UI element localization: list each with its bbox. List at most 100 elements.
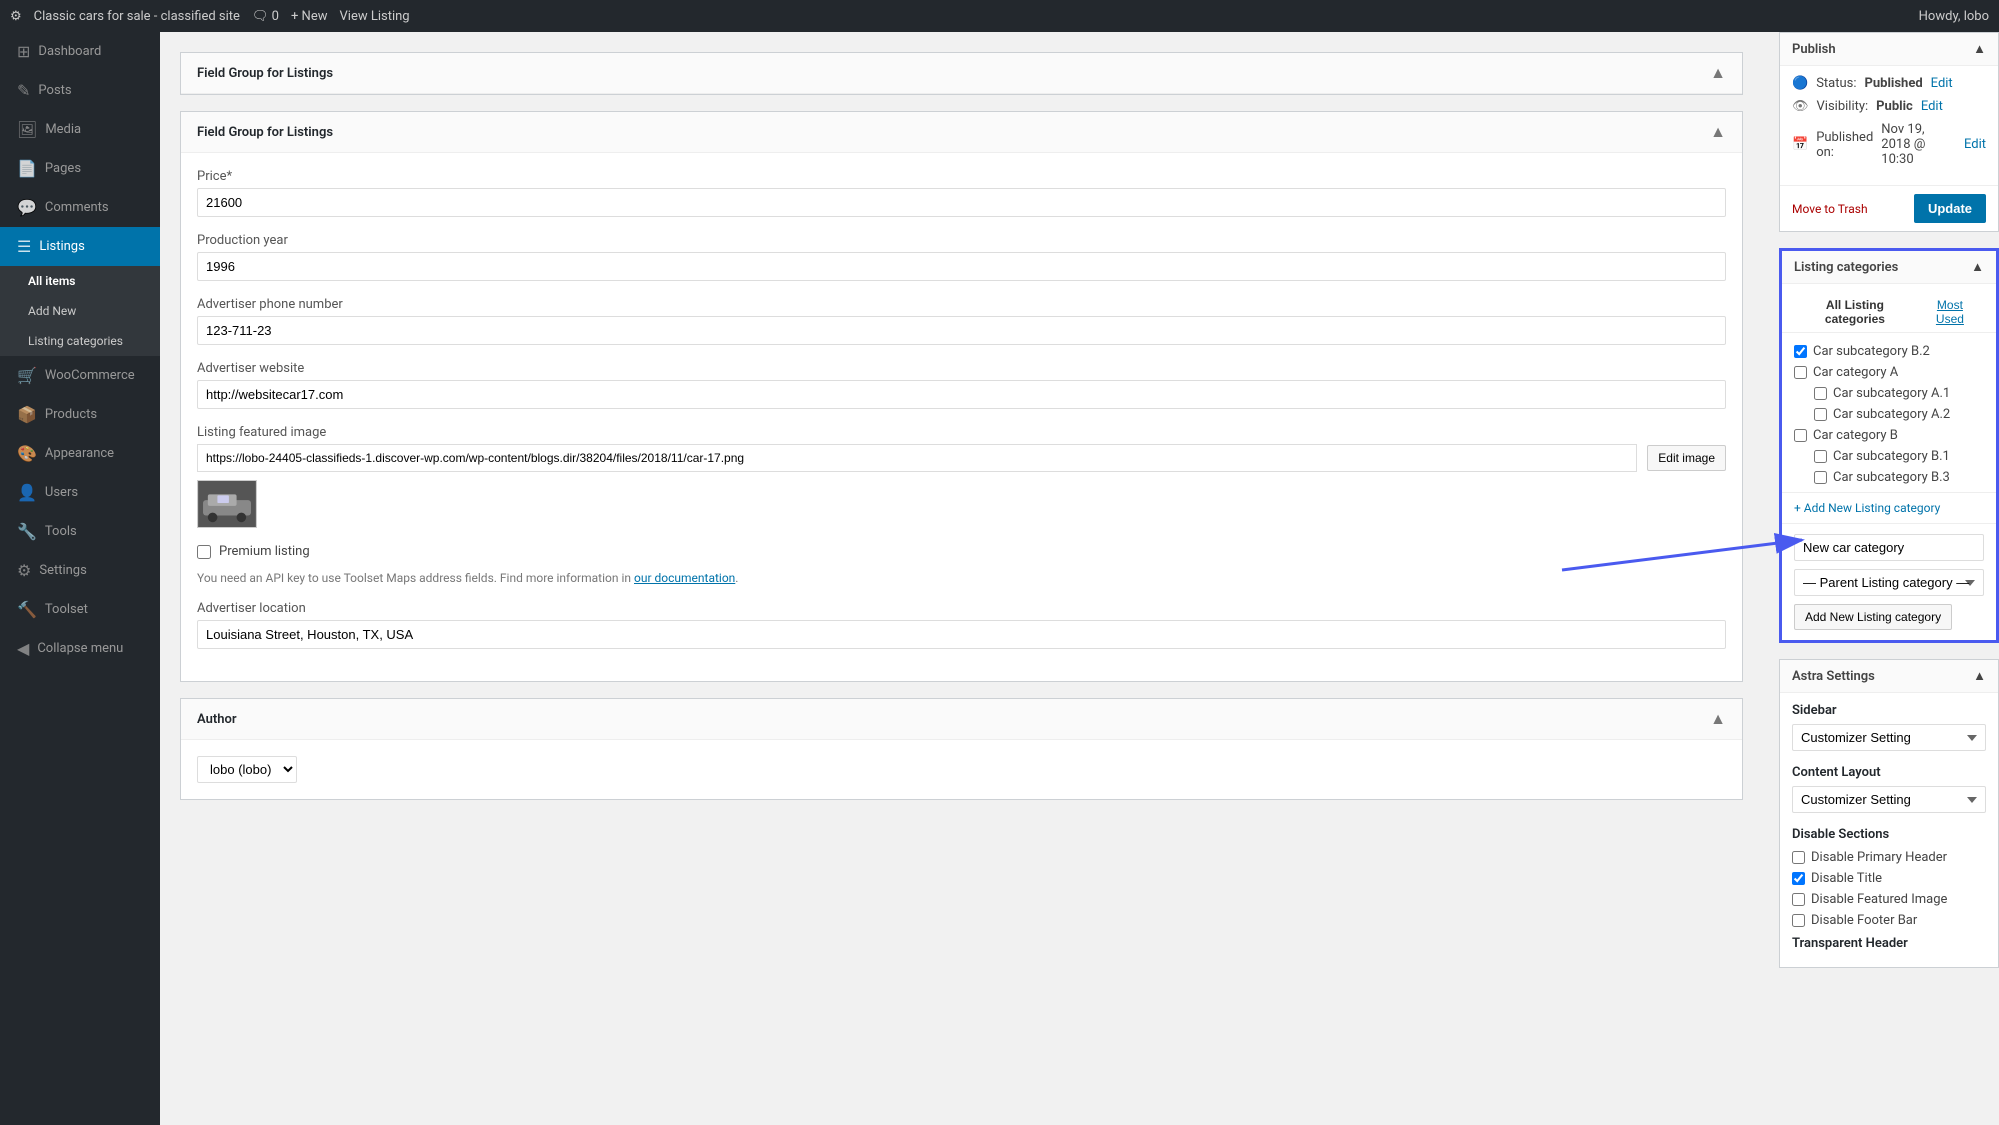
listings-submenu: All items Add New Listing categories bbox=[0, 266, 160, 356]
cat-checkbox-sub-b2[interactable] bbox=[1794, 345, 1807, 358]
cat-item-sub-a1: Car subcategory A.1 bbox=[1794, 383, 1984, 404]
tab-most-used[interactable]: Most Used bbox=[1916, 292, 1984, 332]
disable-title-checkbox[interactable] bbox=[1792, 872, 1805, 885]
disable-footer-bar-checkbox[interactable] bbox=[1792, 914, 1805, 927]
sidebar: ⊞ Dashboard ✎ Posts 🖼 Media 📄 Pages 💬 Co… bbox=[0, 32, 160, 1125]
edit-image-button[interactable]: Edit image bbox=[1647, 445, 1726, 471]
phone-input[interactable] bbox=[197, 316, 1726, 345]
disable-featured-image-checkbox[interactable] bbox=[1792, 893, 1805, 906]
sidebar-item-label: Listings bbox=[39, 239, 84, 254]
sidebar-item-settings[interactable]: ⚙ Settings bbox=[0, 551, 160, 590]
cat-label-sub-b2: Car subcategory B.2 bbox=[1813, 344, 1930, 359]
sidebar-item-label: Pages bbox=[45, 161, 81, 176]
sidebar-item-products[interactable]: 📦 Products bbox=[0, 395, 160, 434]
sidebar-item-media[interactable]: 🖼 Media bbox=[0, 110, 160, 149]
disable-primary-header-label: Disable Primary Header bbox=[1811, 850, 1947, 865]
view-listing-link[interactable]: View Listing bbox=[340, 9, 410, 24]
sidebar-item-woocommerce[interactable]: 🛒 WooCommerce bbox=[0, 356, 160, 395]
price-field-row: Price* bbox=[197, 169, 1726, 217]
car-thumbnail bbox=[197, 480, 257, 528]
listing-categories-box: Listing categories ▲ All Listing categor… bbox=[1779, 248, 1999, 643]
sidebar-item-pages[interactable]: 📄 Pages bbox=[0, 149, 160, 188]
cat-checkbox-sub-b1[interactable] bbox=[1814, 450, 1827, 463]
cat-label-sub-b3: Car subcategory B.3 bbox=[1833, 470, 1950, 485]
new-link[interactable]: + New bbox=[291, 9, 328, 24]
location-label: Advertiser location bbox=[197, 601, 1726, 616]
tab-all-categories[interactable]: All Listing categories bbox=[1794, 292, 1916, 332]
premium-listing-label: Premium listing bbox=[219, 544, 310, 559]
production-year-label: Production year bbox=[197, 233, 1726, 248]
new-category-input[interactable] bbox=[1794, 534, 1984, 561]
author-select[interactable]: lobo (lobo) bbox=[197, 756, 297, 783]
sidebar-select[interactable]: Customizer Setting Left Sidebar Right Si… bbox=[1792, 724, 1986, 751]
sidebar-item-dashboard[interactable]: ⊞ Dashboard bbox=[0, 32, 160, 71]
cat-checkbox-cat-a[interactable] bbox=[1794, 366, 1807, 379]
author-toggle[interactable]: ▲ bbox=[1710, 709, 1726, 729]
users-icon: 👤 bbox=[17, 483, 37, 502]
field-group-collapsed: Field Group for Listings ▲ bbox=[180, 52, 1743, 95]
sidebar-item-label: Appearance bbox=[45, 446, 114, 461]
sidebar-submenu-listing-categories[interactable]: Listing categories bbox=[0, 326, 160, 356]
production-year-input[interactable] bbox=[197, 252, 1726, 281]
featured-image-field-row: Listing featured image Edit image bbox=[197, 425, 1726, 528]
disable-sections: Disable Sections Disable Primary Header … bbox=[1792, 827, 1986, 928]
sidebar-item-collapse[interactable]: ◀ Collapse menu bbox=[0, 629, 160, 668]
image-url-input[interactable] bbox=[197, 444, 1637, 472]
sidebar-item-comments[interactable]: 💬 Comments bbox=[0, 188, 160, 227]
disable-title-row: Disable Title bbox=[1792, 871, 1986, 886]
collapse-toggle[interactable]: ▲ bbox=[1710, 122, 1726, 142]
field-group-header[interactable]: Field Group for Listings ▲ bbox=[181, 112, 1742, 153]
sidebar-submenu-add-new[interactable]: Add New bbox=[0, 296, 160, 326]
content-layout-select[interactable]: Customizer Setting Content Sidebar Sideb… bbox=[1792, 786, 1986, 813]
sidebar-item-label: Tools bbox=[45, 524, 77, 539]
production-year-field-row: Production year bbox=[197, 233, 1726, 281]
cat-checkbox-sub-a1[interactable] bbox=[1814, 387, 1827, 400]
astra-settings-body: Sidebar Customizer Setting Left Sidebar … bbox=[1780, 693, 1998, 967]
publish-toggle[interactable]: ▲ bbox=[1973, 41, 1986, 57]
price-input[interactable] bbox=[197, 188, 1726, 217]
parent-category-select[interactable]: — Parent Listing category — bbox=[1794, 569, 1984, 596]
add-category-button[interactable]: Add New Listing category bbox=[1794, 604, 1952, 630]
field-group-header-top[interactable]: Field Group for Listings ▲ bbox=[181, 53, 1742, 94]
api-docs-link[interactable]: our documentation bbox=[634, 571, 735, 585]
sidebar-item-listings[interactable]: ☰ Listings bbox=[0, 227, 160, 266]
cat-checkbox-cat-b[interactable] bbox=[1794, 429, 1807, 442]
sidebar-item-users[interactable]: 👤 Users bbox=[0, 473, 160, 512]
author-body: lobo (lobo) bbox=[181, 740, 1742, 799]
howdy-text: Howdy, lobo bbox=[1919, 9, 1989, 24]
comments-link[interactable]: 🗨 0 bbox=[252, 9, 279, 24]
media-icon: 🖼 bbox=[17, 120, 37, 139]
sidebar-item-label: Posts bbox=[38, 83, 71, 98]
wp-logo-icon[interactable]: ⚙ bbox=[10, 9, 22, 24]
sidebar-item-toolset[interactable]: 🔨 Toolset bbox=[0, 590, 160, 629]
visibility-row: 👁 Visibility: Public Edit bbox=[1792, 99, 1986, 114]
cat-checkbox-sub-b3[interactable] bbox=[1814, 471, 1827, 484]
field-group-body: Price* Production year Advertiser phone … bbox=[181, 153, 1742, 681]
update-button[interactable]: Update bbox=[1914, 194, 1986, 223]
sidebar-item-label: Comments bbox=[45, 200, 109, 215]
astra-settings-toggle[interactable]: ▲ bbox=[1973, 668, 1986, 684]
location-input[interactable] bbox=[197, 620, 1726, 649]
listing-categories-title: Listing categories bbox=[1794, 260, 1898, 275]
site-name[interactable]: Classic cars for sale - classified site bbox=[34, 9, 240, 24]
cat-checkbox-sub-a2[interactable] bbox=[1814, 408, 1827, 421]
visibility-edit-link[interactable]: Edit bbox=[1921, 99, 1943, 114]
add-new-category-link[interactable]: + Add New Listing category bbox=[1782, 493, 1996, 524]
sidebar-item-tools[interactable]: 🔧 Tools bbox=[0, 512, 160, 551]
disable-sections-title: Disable Sections bbox=[1792, 827, 1986, 842]
field-group-title-top: Field Group for Listings bbox=[197, 66, 333, 81]
author-header[interactable]: Author ▲ bbox=[181, 699, 1742, 740]
published-edit-link[interactable]: Edit bbox=[1964, 137, 1986, 152]
sidebar-submenu-all-items[interactable]: All items bbox=[0, 266, 160, 296]
sidebar-item-appearance[interactable]: 🎨 Appearance bbox=[0, 434, 160, 473]
disable-primary-header-checkbox[interactable] bbox=[1792, 851, 1805, 864]
website-input[interactable] bbox=[197, 380, 1726, 409]
move-to-trash-link[interactable]: Move to Trash bbox=[1792, 202, 1868, 216]
field-group-title: Field Group for Listings bbox=[197, 125, 333, 140]
collapse-toggle-top[interactable]: ▲ bbox=[1710, 63, 1726, 83]
status-edit-link[interactable]: Edit bbox=[1931, 76, 1953, 91]
sidebar-item-posts[interactable]: ✎ Posts bbox=[0, 71, 160, 110]
listing-categories-toggle[interactable]: ▲ bbox=[1971, 259, 1984, 275]
premium-listing-checkbox[interactable] bbox=[197, 545, 211, 559]
publish-body: 🔵 Status: Published Edit 👁 Visibility: P… bbox=[1780, 66, 1998, 185]
